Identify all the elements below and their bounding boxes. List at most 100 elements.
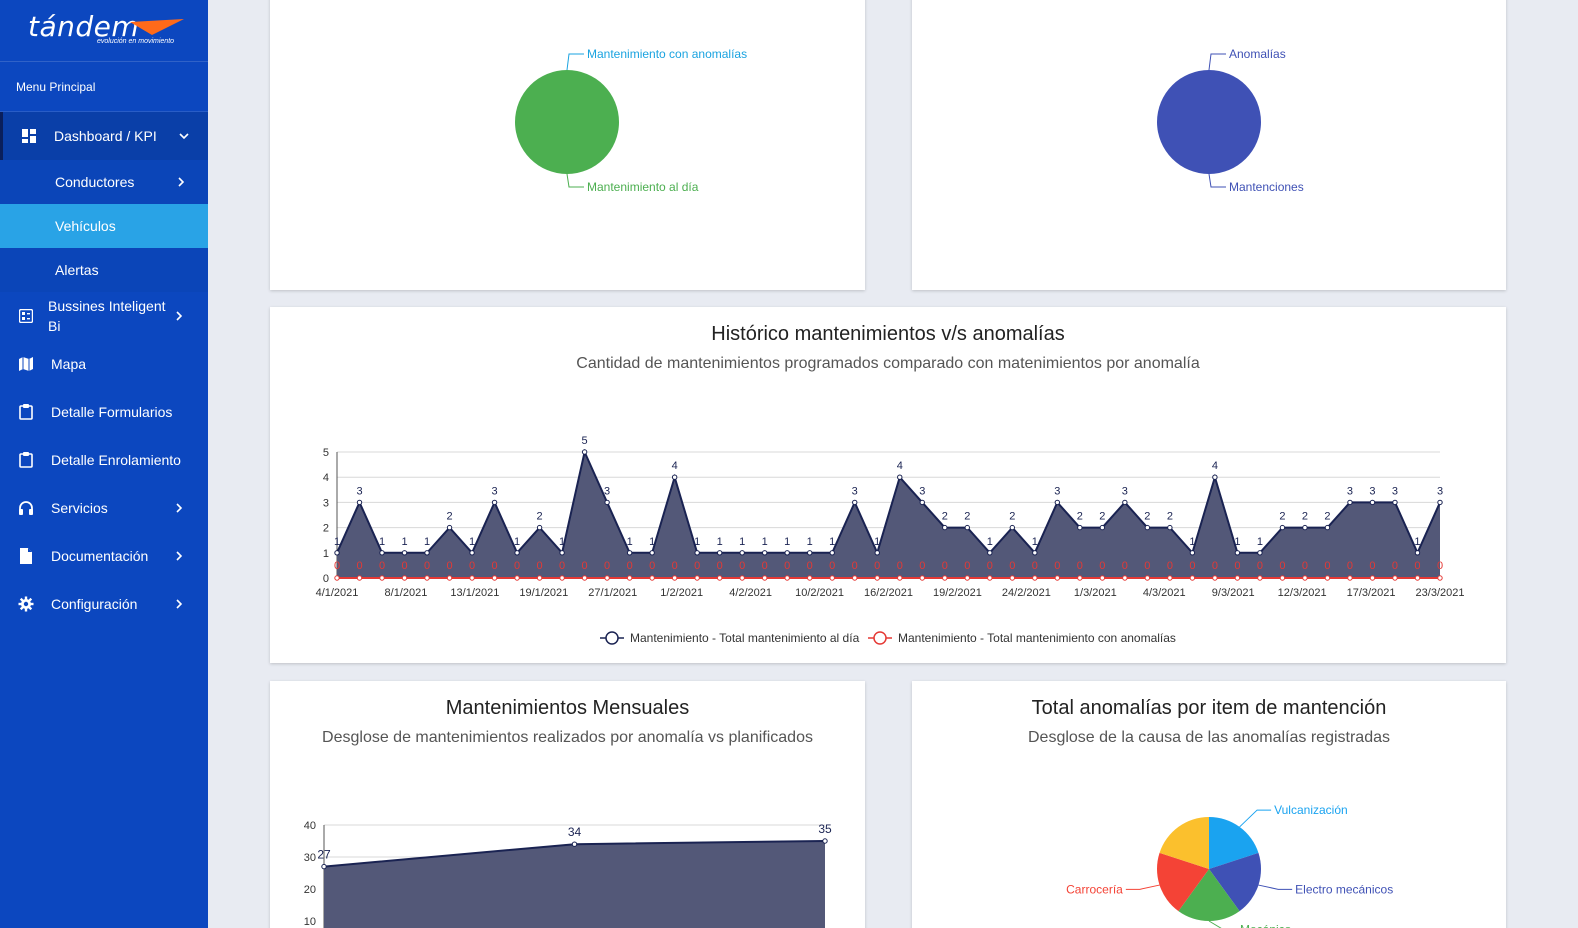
data-label-anomalias: 0 bbox=[1257, 560, 1263, 572]
data-point bbox=[1189, 550, 1196, 556]
data-point-anomalias bbox=[1122, 575, 1128, 581]
pie-slice-mantenciones[interactable] bbox=[1157, 70, 1261, 174]
x-tick-label: 4/2/2021 bbox=[729, 587, 772, 599]
x-tick-label: 9/3/2021 bbox=[1212, 587, 1255, 599]
data-label: 2 bbox=[1167, 511, 1173, 523]
data-point bbox=[874, 550, 880, 556]
data-label: 2 bbox=[1144, 511, 1150, 523]
data-label-anomalias: 0 bbox=[717, 560, 723, 572]
data-label-anomalias: 0 bbox=[334, 560, 340, 572]
data-label-anomalias: 0 bbox=[807, 560, 813, 572]
data-point bbox=[649, 550, 655, 556]
sidebar-item-servicios[interactable]: Servicios bbox=[0, 484, 208, 532]
x-tick-label: 19/1/2021 bbox=[519, 587, 568, 599]
data-label: 5 bbox=[582, 435, 588, 447]
data-point bbox=[424, 550, 430, 556]
sidebar-item-mapa[interactable]: Mapa bbox=[0, 340, 208, 388]
y-tick-label: 30 bbox=[304, 852, 316, 864]
data-point-anomalias bbox=[1077, 575, 1083, 581]
x-tick-label: 10/2/2021 bbox=[795, 587, 844, 599]
data-label-anomalias: 0 bbox=[356, 560, 362, 572]
y-tick-label: 4 bbox=[323, 472, 329, 484]
chevron-right-icon bbox=[178, 174, 186, 190]
data-point-anomalias bbox=[536, 575, 543, 581]
sidebar-item-documentacion[interactable]: Documentación bbox=[0, 532, 208, 580]
data-point bbox=[1234, 550, 1241, 556]
data-label-anomalias: 0 bbox=[424, 560, 430, 572]
data-label-anomalias: 0 bbox=[1414, 560, 1420, 572]
data-label-anomalias: 0 bbox=[942, 560, 948, 572]
data-label: 2 bbox=[942, 511, 948, 523]
data-label-anomalias: 0 bbox=[784, 560, 790, 572]
data-label-anomalias: 0 bbox=[582, 560, 588, 572]
sidebar-item-configuracion[interactable]: Configuración bbox=[0, 580, 208, 628]
sidebar-item-detalle-enrolamiento[interactable]: Detalle Enrolamiento bbox=[0, 436, 208, 484]
data-label-anomalias: 0 bbox=[1122, 560, 1128, 572]
data-point-anomalias bbox=[739, 575, 745, 581]
x-tick-label: 16/2/2021 bbox=[864, 587, 913, 599]
pie-label-top: Anomalías bbox=[1229, 47, 1286, 61]
data-point-anomalias bbox=[1257, 575, 1263, 581]
x-tick-label: 13/1/2021 bbox=[450, 587, 499, 599]
card-pie-mantenimiento: Mantenimiento con anomalías Mantenimient… bbox=[270, 0, 865, 290]
data-point bbox=[401, 550, 408, 556]
data-label: 35 bbox=[818, 822, 832, 836]
data-label-anomalias: 0 bbox=[762, 560, 768, 572]
data-point-anomalias bbox=[807, 575, 813, 581]
sidebar-item-label: Servicios bbox=[51, 500, 108, 516]
pie-slice-al-dia[interactable] bbox=[515, 70, 619, 174]
sidebar-item-bi[interactable]: Bussines Inteligent Bi bbox=[0, 292, 208, 340]
data-label: 3 bbox=[1122, 485, 1128, 497]
data-point bbox=[1414, 550, 1421, 556]
x-tick-label: 19/2/2021 bbox=[933, 587, 982, 599]
data-point bbox=[1279, 524, 1286, 531]
data-label: 2 bbox=[1099, 511, 1105, 523]
data-point bbox=[321, 863, 327, 870]
brand-swoosh-icon bbox=[130, 19, 184, 35]
data-point-anomalias bbox=[379, 575, 385, 581]
data-label: 4 bbox=[672, 460, 678, 472]
data-point bbox=[784, 550, 790, 556]
data-label: 1 bbox=[1189, 536, 1195, 548]
data-point bbox=[559, 550, 565, 556]
pie-label-bottom: Mantenimiento al día bbox=[587, 180, 699, 194]
data-label-anomalias: 0 bbox=[1212, 560, 1218, 572]
data-point-anomalias bbox=[852, 575, 858, 581]
data-label: 3 bbox=[919, 485, 925, 497]
data-label-anomalias: 0 bbox=[1369, 560, 1375, 572]
sidebar-item-detalle-formularios[interactable]: Detalle Formularios bbox=[0, 388, 208, 436]
data-label: 2 bbox=[537, 511, 543, 523]
data-point-anomalias bbox=[469, 575, 475, 581]
sidebar-item-label: Detalle Formularios bbox=[51, 404, 173, 420]
data-point bbox=[491, 499, 498, 506]
data-point-anomalias bbox=[1302, 575, 1308, 581]
data-label-anomalias: 0 bbox=[1279, 560, 1285, 572]
data-label: 1 bbox=[401, 536, 407, 548]
data-point bbox=[1099, 524, 1106, 531]
data-label-anomalias: 0 bbox=[874, 560, 880, 572]
data-label: 1 bbox=[1234, 536, 1240, 548]
data-point-anomalias bbox=[1054, 575, 1061, 581]
data-point bbox=[536, 524, 543, 531]
pie-label: Carrocería bbox=[1066, 882, 1123, 896]
data-label: 3 bbox=[1347, 485, 1353, 497]
data-point bbox=[852, 499, 858, 506]
data-point-anomalias bbox=[446, 575, 453, 581]
sidebar-item-conductores[interactable]: Conductores bbox=[0, 160, 208, 204]
data-label-anomalias: 0 bbox=[1099, 560, 1105, 572]
pie-label: Vulcanización bbox=[1274, 803, 1348, 817]
sidebar-item-label: Bussines Inteligent Bi bbox=[48, 298, 166, 334]
brand-logo[interactable]: tándem evolución en movimiento bbox=[0, 0, 208, 62]
data-point-anomalias bbox=[1279, 575, 1286, 581]
sidebar-item-dashboard[interactable]: Dashboard / KPI bbox=[0, 112, 208, 160]
chevron-right-icon bbox=[176, 596, 184, 612]
data-label: 1 bbox=[469, 536, 475, 548]
data-label-anomalias: 0 bbox=[987, 560, 993, 572]
data-point bbox=[1324, 524, 1331, 531]
sidebar-item-alertas[interactable]: Alertas bbox=[0, 248, 208, 292]
sidebar-item-vehiculos[interactable]: Vehículos bbox=[0, 204, 208, 248]
data-point-anomalias bbox=[1347, 575, 1353, 581]
data-label: 1 bbox=[514, 536, 520, 548]
data-label-anomalias: 0 bbox=[1144, 560, 1150, 572]
legend-marker-al-dia bbox=[605, 631, 619, 645]
